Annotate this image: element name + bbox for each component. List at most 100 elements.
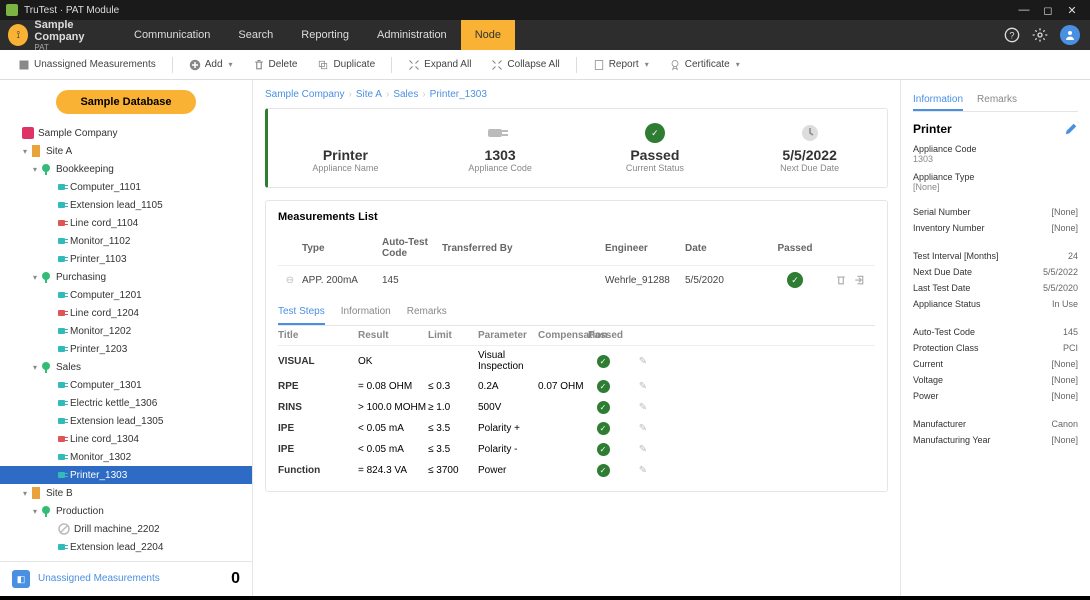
tree-row[interactable]: Monitor_1102: [0, 232, 252, 250]
tree-label: Extension lead_1105: [70, 200, 163, 211]
toolbar-duplicate[interactable]: Duplicate: [309, 56, 383, 74]
edit-step-icon[interactable]: ✎: [618, 381, 668, 392]
tree-toggle-icon[interactable]: ▾: [30, 507, 40, 516]
tree-row[interactable]: Sample Company: [0, 124, 252, 142]
toolbar-unassigned[interactable]: Unassigned Measurements: [10, 56, 164, 74]
measurement-row[interactable]: ⊖ APP. 200mA 145 Wehrle_91288 5/5/2020 ✓: [278, 266, 875, 294]
nav-reporting[interactable]: Reporting: [287, 20, 363, 50]
window-minimize[interactable]: —: [1012, 4, 1036, 16]
tree-row[interactable]: Drill machine_2202: [0, 520, 252, 538]
tree-row[interactable]: ▾ Site B: [0, 484, 252, 502]
tree-row[interactable]: Line cord_1204: [0, 304, 252, 322]
check-icon: ✓: [597, 464, 610, 477]
trash-icon[interactable]: [835, 274, 847, 286]
unassigned-label: Unassigned Measurements: [38, 573, 160, 585]
user-avatar[interactable]: [1060, 25, 1080, 45]
plug-icon: [58, 308, 70, 318]
field-appliance-type: Appliance Type [None]: [913, 172, 1078, 192]
tree: Sample Company ▾ Site A ▾ Bookkeeping Co…: [0, 124, 252, 561]
plug-icon: [58, 290, 70, 300]
nav-communication[interactable]: Communication: [120, 20, 224, 50]
toolbar-add[interactable]: Add▾: [181, 56, 241, 74]
edit-step-icon[interactable]: ✎: [618, 402, 668, 413]
tree-toggle-icon[interactable]: ▾: [30, 165, 40, 174]
toolbar-report[interactable]: Report▾: [585, 56, 657, 74]
unassigned-count: 0: [231, 570, 240, 588]
nav-search[interactable]: Search: [224, 20, 287, 50]
tree-label: Line cord_1104: [70, 218, 138, 229]
breadcrumb-item[interactable]: Sales: [393, 89, 418, 100]
rtab-remarks[interactable]: Remarks: [977, 90, 1017, 111]
tree-row[interactable]: Line cord_1104: [0, 214, 252, 232]
pin-icon: [40, 361, 52, 373]
toolbar-expand[interactable]: Expand All: [400, 56, 479, 74]
plug-icon: [58, 434, 70, 444]
tree-toggle-icon[interactable]: ▾: [20, 489, 30, 498]
breadcrumb-item[interactable]: Site A: [356, 89, 382, 100]
tree-row[interactable]: ▾ Bookkeeping: [0, 160, 252, 178]
tree-toggle-icon[interactable]: ▾: [20, 147, 30, 156]
toolbar-delete[interactable]: Delete: [245, 56, 306, 74]
summary-status: ✓ Passed Current Status: [578, 123, 733, 173]
step-row: IPE < 0.05 mA ≤ 3.5 Polarity + ✓ ✎: [278, 418, 875, 439]
window-close[interactable]: ✕: [1060, 4, 1084, 17]
export-icon[interactable]: [853, 274, 865, 286]
nav-administration[interactable]: Administration: [363, 20, 461, 50]
sample-database-button[interactable]: Sample Database: [56, 90, 195, 114]
toolbar: Unassigned Measurements Add▾ Delete Dupl…: [0, 50, 1090, 80]
unassigned-footer[interactable]: ◧ Unassigned Measurements 0: [0, 561, 252, 596]
breadcrumb-item[interactable]: Sample Company: [265, 89, 344, 100]
breadcrumb-item[interactable]: Printer_1303: [430, 89, 487, 100]
tree-toggle-icon[interactable]: ▾: [30, 273, 40, 282]
edit-step-icon[interactable]: ✎: [618, 356, 668, 367]
tree-row[interactable]: Extension lead_1305: [0, 412, 252, 430]
gear-icon[interactable]: [1032, 27, 1048, 43]
tree-row[interactable]: ▾ Site A: [0, 142, 252, 160]
subtab-remarks[interactable]: Remarks: [407, 300, 447, 325]
tree-row[interactable]: Line cord_1304: [0, 430, 252, 448]
plug-icon: [58, 542, 70, 552]
tree-row[interactable]: Monitor_1202: [0, 322, 252, 340]
edit-step-icon[interactable]: ✎: [618, 423, 668, 434]
step-row: VISUAL OK Visual Inspection ✓ ✎: [278, 346, 875, 376]
toolbar-collapse[interactable]: Collapse All: [483, 56, 567, 74]
clock-icon: [800, 123, 820, 143]
info-title: Printer: [913, 122, 952, 136]
tree-row[interactable]: Monitor_1302: [0, 448, 252, 466]
plug-icon: [58, 218, 70, 228]
pin-icon: [40, 271, 52, 283]
edit-step-icon[interactable]: ✎: [618, 444, 668, 455]
tree-row[interactable]: ▾ Purchasing: [0, 268, 252, 286]
toolbar-certificate[interactable]: Certificate▾: [661, 56, 748, 74]
row-expand-icon[interactable]: ⊖: [278, 275, 302, 286]
tree-row[interactable]: Computer_1301: [0, 376, 252, 394]
tree-row[interactable]: Electric kettle_1306: [0, 394, 252, 412]
rtab-information[interactable]: Information: [913, 90, 963, 111]
tree-toggle-icon[interactable]: ▾: [30, 363, 40, 372]
tree-row[interactable]: Extension lead_2204: [0, 538, 252, 556]
info-panel: Information Remarks Printer Appliance Co…: [900, 80, 1090, 596]
tree-row[interactable]: Printer_1303: [0, 466, 252, 484]
help-icon[interactable]: ?: [1004, 27, 1020, 43]
edit-icon[interactable]: [1064, 122, 1078, 136]
info-row: Appliance StatusIn Use: [913, 296, 1078, 312]
plug-icon: [58, 380, 70, 390]
info-row: Serial Number[None]: [913, 204, 1078, 220]
subtab-information[interactable]: Information: [341, 300, 391, 325]
tree-row[interactable]: Computer_1101: [0, 178, 252, 196]
tree-row[interactable]: Computer_1201: [0, 286, 252, 304]
nav-node[interactable]: Node: [461, 20, 515, 50]
tree-row[interactable]: Extension lead_1105: [0, 196, 252, 214]
window-maximize[interactable]: ◻: [1036, 4, 1060, 17]
subtab-test-steps[interactable]: Test Steps: [278, 300, 325, 325]
tree-row[interactable]: ▾ Sales: [0, 358, 252, 376]
info-row: Inventory Number[None]: [913, 220, 1078, 236]
info-row: Test Interval [Months]24: [913, 248, 1078, 264]
info-row: Protection ClassPCI: [913, 340, 1078, 356]
edit-step-icon[interactable]: ✎: [618, 465, 668, 476]
tree-row[interactable]: Printer_1203: [0, 340, 252, 358]
tree-row[interactable]: Printer_1103: [0, 250, 252, 268]
tree-label: Computer_1201: [70, 290, 142, 301]
caret-icon: ▾: [229, 60, 233, 69]
tree-row[interactable]: ▾ Production: [0, 502, 252, 520]
